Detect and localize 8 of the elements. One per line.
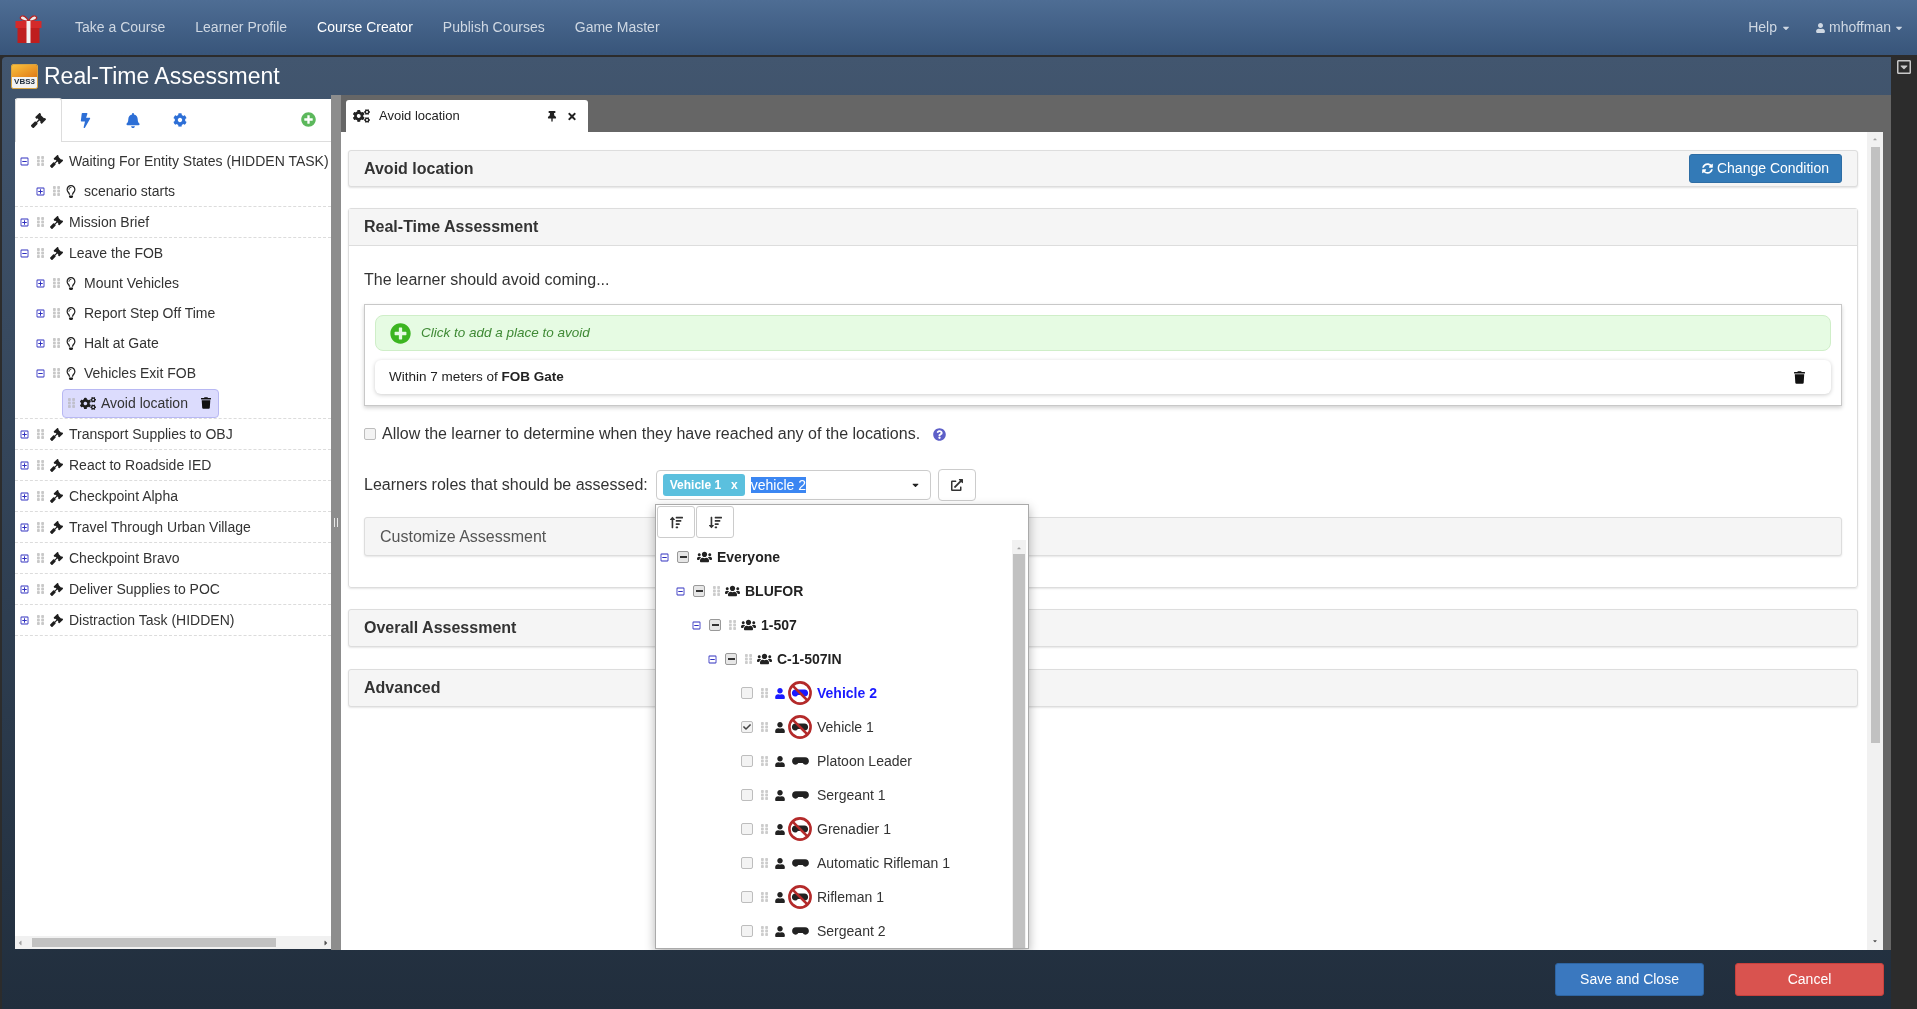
panel-title: Real-Time Assessment	[364, 217, 539, 237]
panel-title: Avoid location	[364, 158, 474, 179]
intro-text: The learner should avoid coming...	[364, 270, 611, 290]
roles-label: Learners roles that should be assessed:	[364, 475, 648, 495]
modal-title: Real-Time Assessment	[44, 62, 280, 90]
tag-label: Vehicle 1	[669, 477, 722, 494]
vbs-logo: VBS3	[11, 63, 38, 89]
location-text: Within 7 meters of FOB Gate	[389, 367, 564, 386]
